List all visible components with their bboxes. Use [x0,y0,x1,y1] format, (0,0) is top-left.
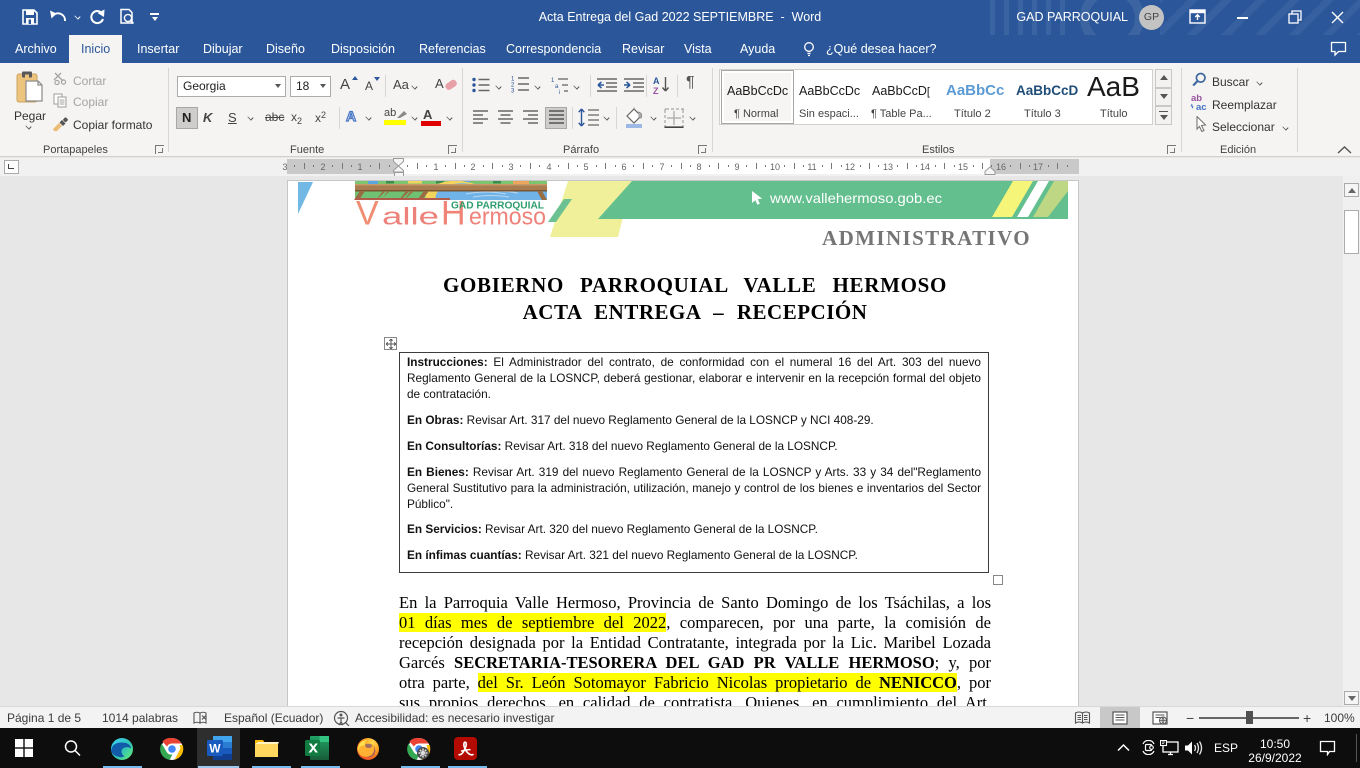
svg-text:GAD PARROQUIAL: GAD PARROQUIAL [451,201,544,212]
svg-text:V: V [356,195,379,233]
svg-text:3: 3 [511,89,515,95]
svg-text:W: W [209,742,221,756]
svg-text:www.vallehermoso.gob.ec: www.vallehermoso.gob.ec [769,190,942,206]
svg-text:alle: alle [382,204,439,231]
svg-text:A: A [653,76,660,86]
svg-text:Z: Z [653,86,659,94]
svg-text:ac: ac [1196,102,1207,111]
svg-text:i: i [559,90,560,94]
